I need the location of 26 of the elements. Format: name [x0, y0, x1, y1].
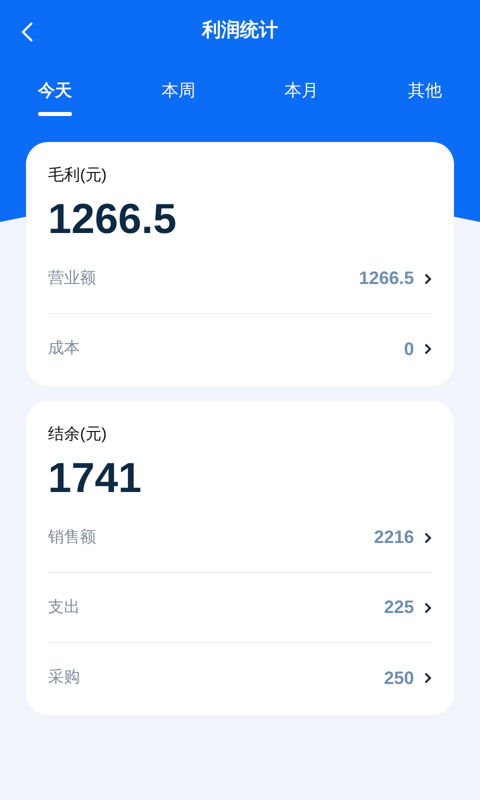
- total-amount: 1741: [48, 453, 142, 503]
- tab[interactable]: 其他: [408, 78, 442, 116]
- card-title: 结余(元): [48, 424, 107, 445]
- chevron-icon: [424, 532, 432, 544]
- tab[interactable]: 今天: [38, 78, 72, 116]
- row-value-link[interactable]: 0: [404, 336, 432, 362]
- row-label: 成本: [48, 338, 80, 359]
- row-value-link[interactable]: 1266.5: [358, 265, 432, 292]
- back-icon[interactable]: [20, 21, 34, 43]
- chevron-icon: [424, 343, 432, 355]
- tab[interactable]: 本周: [161, 78, 196, 116]
- total-amount: 1266.5: [48, 194, 176, 244]
- chevron-icon: [424, 672, 432, 684]
- page-title: 利润统计: [202, 18, 278, 43]
- row-value-link[interactable]: 250: [384, 664, 432, 692]
- row-value-link[interactable]: 225: [384, 594, 432, 621]
- row-label: 销售额: [48, 528, 96, 548]
- row-label: 采购: [48, 668, 80, 688]
- row-label: 营业额: [48, 268, 96, 288]
- tab-indicator: [38, 112, 72, 116]
- chevron-icon: [424, 272, 432, 284]
- tab[interactable]: 本月: [284, 78, 319, 116]
- card-title: 毛利(元): [48, 166, 107, 186]
- row-label: 支出: [48, 598, 80, 618]
- chevron-icon: [424, 602, 432, 614]
- row-value-link[interactable]: 2216: [374, 524, 432, 551]
